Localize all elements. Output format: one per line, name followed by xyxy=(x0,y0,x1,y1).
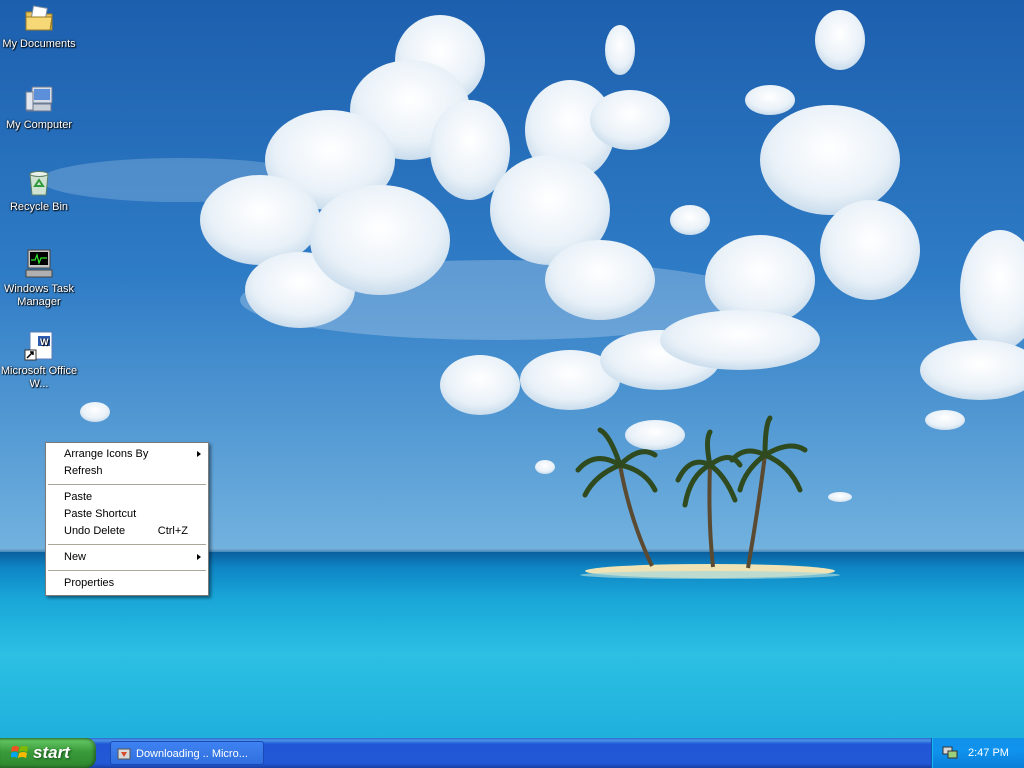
desktop-icon-microsoft-office-word[interactable]: W Microsoft Office W... xyxy=(0,330,78,391)
taskbar-button-label: Downloading .. Micro... xyxy=(136,748,248,760)
menu-item-arrange-icons-by[interactable]: Arrange Icons By xyxy=(46,446,208,463)
taskbar: start Downloading .. Micro... 2:47 PM xyxy=(0,738,1024,768)
menu-item-label: Paste Shortcut xyxy=(64,508,137,520)
recycle-bin-icon xyxy=(29,171,49,196)
menu-item-undo-delete[interactable]: Undo Delete Ctrl+Z xyxy=(46,523,208,540)
menu-item-label: New xyxy=(64,551,87,563)
submenu-arrow-icon xyxy=(197,554,201,560)
computer-icon xyxy=(25,86,53,112)
menu-item-paste-shortcut[interactable]: Paste Shortcut xyxy=(46,506,208,523)
svg-text:W: W xyxy=(40,337,49,347)
desktop-icon-label: Microsoft Office W... xyxy=(0,365,78,390)
desktop-icon-task-manager[interactable]: Windows Task Manager xyxy=(0,248,78,309)
task-manager-icon xyxy=(25,249,53,278)
menu-item-label: Paste xyxy=(64,491,93,503)
submenu-arrow-icon xyxy=(197,451,201,457)
menu-item-label: Refresh xyxy=(64,465,103,477)
desktop-icon-recycle-bin[interactable]: Recycle Bin xyxy=(0,166,78,214)
menu-item-paste[interactable]: Paste xyxy=(46,489,208,506)
desktop[interactable]: My Documents My Computer Recycle Bin Win… xyxy=(0,0,1024,738)
menu-item-shortcut: Ctrl+Z xyxy=(157,525,188,537)
menu-separator xyxy=(48,484,206,485)
folder-documents-icon xyxy=(25,5,53,31)
desktop-icon-label: Windows Task Manager xyxy=(3,283,75,308)
menu-item-refresh[interactable]: Refresh xyxy=(46,463,208,480)
windows-logo-icon xyxy=(11,746,28,758)
word-document-icon: W xyxy=(24,331,53,361)
menu-separator xyxy=(48,544,206,545)
desktop-context-menu: Arrange Icons By Refresh Paste Paste Sho… xyxy=(45,442,209,596)
taskbar-button-downloading[interactable]: Downloading .. Micro... xyxy=(110,741,264,765)
palm-island-graphic xyxy=(575,415,840,579)
desktop-icon-my-documents[interactable]: My Documents xyxy=(0,3,78,51)
system-tray: 2:47 PM xyxy=(931,738,1024,768)
desktop-icon-my-computer[interactable]: My Computer xyxy=(0,84,78,132)
download-dialog-icon xyxy=(117,748,131,760)
clock[interactable]: 2:47 PM xyxy=(968,738,1009,768)
network-tray-icon[interactable] xyxy=(942,746,958,760)
menu-item-properties[interactable]: Properties xyxy=(46,575,208,592)
desktop-icon-label: My Documents xyxy=(2,38,76,50)
desktop-icon-label: My Computer xyxy=(5,119,73,131)
menu-item-label: Undo Delete xyxy=(64,525,126,537)
start-label: start xyxy=(33,743,70,762)
start-button[interactable]: start xyxy=(0,738,96,768)
menu-item-label: Properties xyxy=(64,577,115,589)
menu-item-new[interactable]: New xyxy=(46,549,208,566)
menu-separator xyxy=(48,570,206,571)
menu-item-label: Arrange Icons By xyxy=(64,448,149,460)
desktop-icon-label: Recycle Bin xyxy=(9,201,69,213)
